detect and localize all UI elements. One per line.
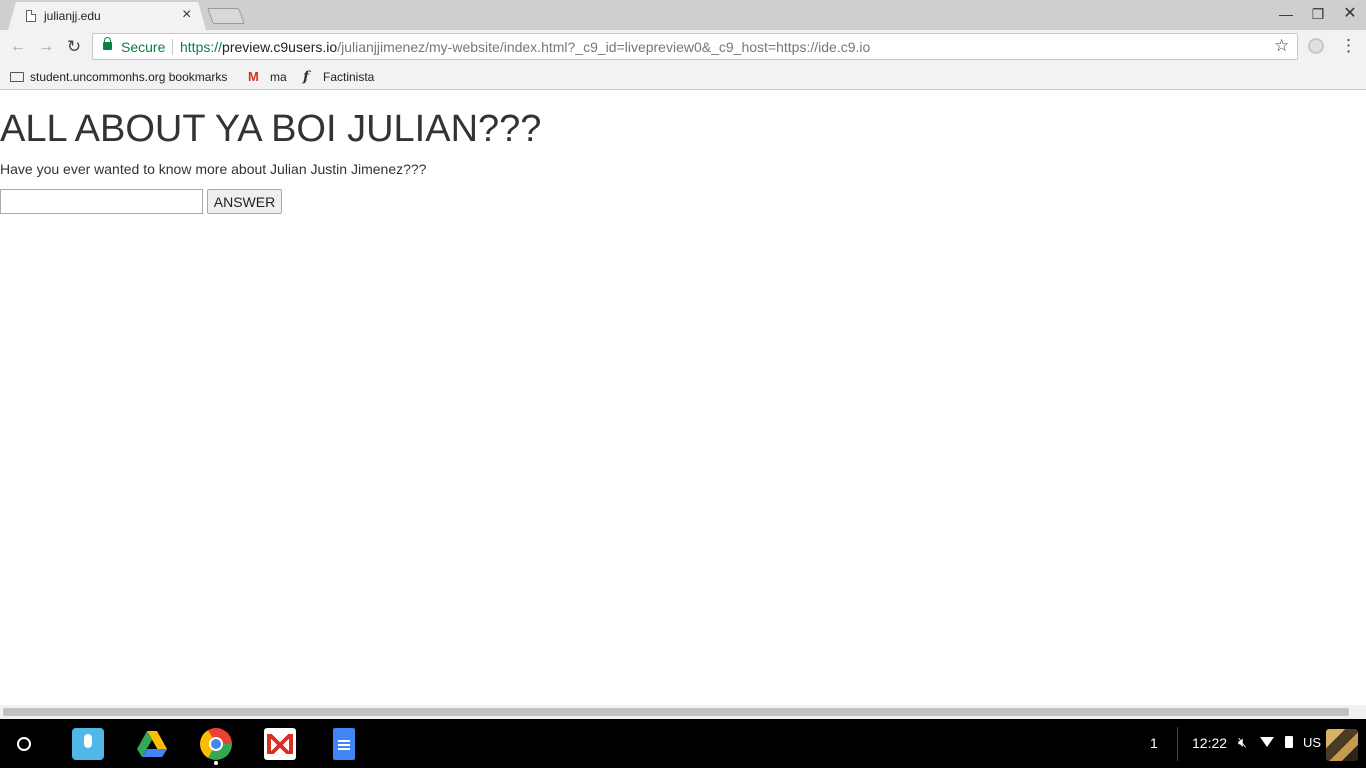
url-path: /julianjjimenez/my-website/index.html?_c…	[337, 39, 871, 55]
divider	[1177, 727, 1178, 761]
bookmark-star-icon[interactable]: ☆	[1274, 37, 1289, 55]
browser-toolbar: ← → ↻ Secure https://preview.c9users.io/…	[0, 30, 1366, 64]
chrome-icon[interactable]	[200, 728, 232, 760]
minimize-icon[interactable]: —	[1275, 4, 1297, 24]
bookmark-label: Factinista	[323, 70, 375, 84]
web-page: ALL ABOUT YA BOI JULIAN??? Have you ever…	[0, 91, 1366, 705]
tab-title: julianjj.edu	[44, 9, 101, 23]
gmail-app-icon[interactable]	[264, 728, 296, 760]
url-text[interactable]: https://preview.c9users.io/julianjjimene…	[180, 39, 870, 55]
scrollbar-thumb[interactable]	[3, 708, 1349, 716]
forward-arrow-icon[interactable]: →	[36, 37, 56, 57]
running-indicator	[214, 761, 218, 765]
bookmark-label: student.uncommonhs.org bookmarks	[30, 70, 228, 84]
extension-icon[interactable]	[1308, 38, 1324, 54]
horizontal-scrollbar[interactable]	[0, 705, 1366, 719]
battery-icon[interactable]	[1285, 736, 1293, 748]
google-docs-icon[interactable]	[333, 728, 355, 760]
launcher-icon[interactable]	[17, 737, 31, 751]
intro-text: Have you ever wanted to know more about …	[0, 161, 427, 177]
bookmarks-bar: student.uncommonhs.org bookmarks Mma f Fa…	[0, 64, 1366, 90]
tab-strip: julianjj.edu × — ❐ ✕	[0, 0, 1366, 30]
notification-count[interactable]: 1	[1150, 735, 1158, 751]
restore-icon[interactable]: ❐	[1307, 4, 1329, 24]
file-icon	[26, 10, 36, 22]
answer-button[interactable]: ANSWER	[207, 189, 282, 214]
volume-muted-icon[interactable]: 🔇︎	[1238, 732, 1247, 752]
address-bar[interactable]: Secure https://preview.c9users.io/julian…	[92, 33, 1298, 60]
back-arrow-icon[interactable]: ←	[8, 37, 28, 57]
page-title: ALL ABOUT YA BOI JULIAN???	[0, 108, 542, 150]
close-tab-icon[interactable]: ×	[182, 6, 191, 24]
factinista-icon: f	[303, 69, 310, 85]
bookmark-folder-uncommonhs[interactable]: student.uncommonhs.org bookmarks	[10, 68, 227, 86]
reload-icon[interactable]: ↻	[64, 37, 84, 57]
voice-search-icon[interactable]	[72, 728, 104, 760]
answer-input[interactable]	[0, 189, 203, 214]
tab-julianjj[interactable]: julianjj.edu ×	[8, 2, 206, 30]
chromeos-screen: julianjj.edu × — ❐ ✕ ← → ↻ Secure https:…	[0, 0, 1366, 768]
system-shelf: 1 12:22 🔇︎ US	[0, 719, 1366, 768]
lock-icon[interactable]	[103, 37, 112, 50]
google-drive-icon[interactable]	[136, 728, 168, 760]
url-scheme: https://	[180, 39, 223, 55]
wifi-icon[interactable]	[1260, 737, 1274, 747]
folder-icon	[10, 72, 24, 82]
clock[interactable]: 12:22	[1192, 735, 1227, 751]
avatar[interactable]	[1326, 729, 1358, 761]
new-tab-button[interactable]	[207, 8, 245, 24]
secure-label[interactable]: Secure	[121, 39, 165, 55]
url-host: preview.c9users.io	[222, 39, 338, 55]
bookmark-label: ma	[270, 70, 287, 84]
close-window-icon[interactable]: ✕	[1339, 4, 1361, 24]
kebab-menu-icon[interactable]: ⋮	[1340, 36, 1357, 56]
input-method-label[interactable]: US	[1303, 735, 1321, 750]
gmail-icon: M	[248, 69, 259, 84]
bookmark-factinista[interactable]: f Factinista	[303, 68, 374, 86]
bookmark-ma[interactable]: Mma	[248, 68, 287, 86]
divider	[172, 39, 173, 55]
